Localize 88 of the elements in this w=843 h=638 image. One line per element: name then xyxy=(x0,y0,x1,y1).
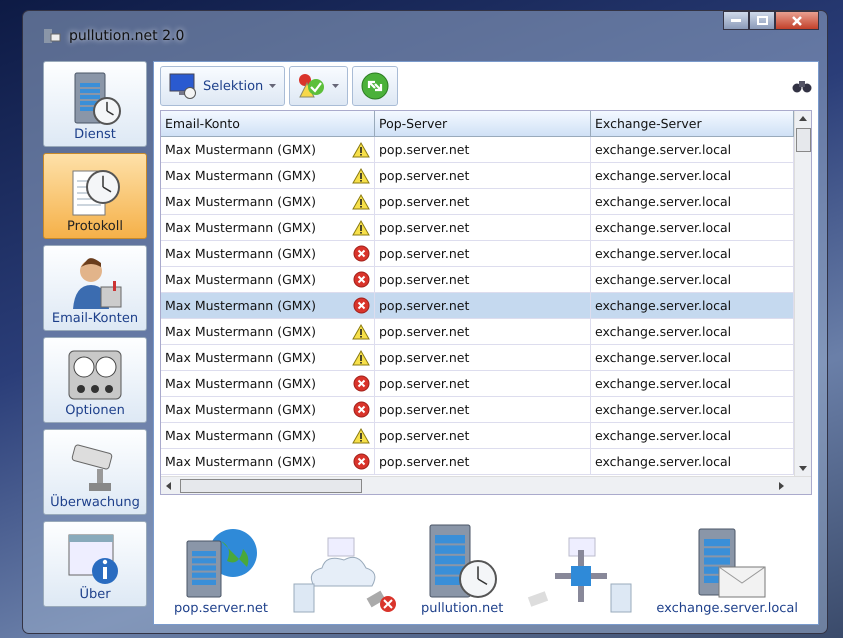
vertical-scrollbar[interactable] xyxy=(794,111,811,476)
table-cell: exchange.server.local xyxy=(595,142,732,157)
sidebar-item[interactable]: Optionen xyxy=(43,337,147,423)
right-arrow-icon[interactable] xyxy=(778,482,785,490)
table-cell: exchange.server.local xyxy=(595,246,732,261)
table-cell: pop.server.net xyxy=(379,246,470,261)
table-cell: exchange.server.local xyxy=(595,350,732,365)
table-cell: Max Mustermann (GMX) xyxy=(165,246,316,261)
down-arrow-icon[interactable] xyxy=(799,465,807,472)
table-cell: Max Mustermann (GMX) xyxy=(165,350,316,365)
table-row[interactable]: Max Mustermann (GMX) pop.server.net exchange.server.local xyxy=(161,345,794,371)
refresh-icon xyxy=(361,72,390,100)
table-cell: pop.server.net xyxy=(379,142,470,157)
table-cell: Max Mustermann (GMX) xyxy=(165,298,316,313)
table-row[interactable]: Max Mustermann (GMX) pop.server.net exchange.server.local xyxy=(161,189,794,215)
column-header[interactable]: Email-Konto xyxy=(161,111,375,137)
maximize-button[interactable] xyxy=(749,11,775,30)
table-row[interactable]: Max Mustermann (GMX) pop.server.net exchange.server.local xyxy=(161,241,794,267)
status-filter-button[interactable] xyxy=(289,66,348,106)
column-header[interactable]: Pop-Server xyxy=(375,111,591,137)
table-cell: exchange.server.local xyxy=(595,298,732,313)
table-cell: exchange.server.local xyxy=(595,324,732,339)
table-cell: exchange.server.local xyxy=(595,402,732,417)
monitor-icon xyxy=(169,73,197,99)
table-row[interactable]: Max Mustermann (GMX) pop.server.net exchange.server.local xyxy=(161,137,794,163)
table-cell: Max Mustermann (GMX) xyxy=(165,428,316,443)
table-cell: exchange.server.local xyxy=(595,454,732,469)
table-cell: exchange.server.local xyxy=(595,428,732,443)
node-label: exchange.server.local xyxy=(656,601,798,616)
sidebar-item[interactable]: Protokoll xyxy=(43,153,147,239)
table-cell: pop.server.net xyxy=(379,350,470,365)
table-row[interactable]: Max Mustermann (GMX) pop.server.net exchange.server.local xyxy=(161,293,794,319)
up-arrow-icon[interactable] xyxy=(799,115,807,122)
table-row[interactable]: Max Mustermann (GMX) pop.server.net exchange.server.local xyxy=(161,449,794,475)
selection-button[interactable]: Selektion xyxy=(160,66,286,106)
minimize-button[interactable] xyxy=(723,11,749,30)
binoculars-icon[interactable] xyxy=(792,79,812,93)
close-icon xyxy=(792,16,802,26)
table-row[interactable]: Max Mustermann (GMX) pop.server.net exchange.server.local xyxy=(161,423,794,449)
close-button[interactable] xyxy=(775,11,819,30)
left-arrow-icon[interactable] xyxy=(165,482,172,490)
scrollbar-thumb[interactable] xyxy=(180,478,362,492)
table-cell: Max Mustermann (GMX) xyxy=(165,220,316,235)
table-cell: pop.server.net xyxy=(379,454,470,469)
table-cell: exchange.server.local xyxy=(595,272,732,287)
maximize-icon xyxy=(756,16,768,25)
table-row[interactable]: Max Mustermann (GMX) pop.server.net exchange.server.local xyxy=(161,215,794,241)
table-row[interactable]: Max Mustermann (GMX) pop.server.net exchange.server.local xyxy=(161,319,794,345)
refresh-button[interactable] xyxy=(352,66,398,106)
table-cell: pop.server.net xyxy=(379,402,470,417)
caret-icon xyxy=(332,84,340,88)
table-cell: exchange.server.local xyxy=(595,168,732,183)
column-header[interactable]: Exchange-Server xyxy=(591,111,794,137)
node-label: pop.server.net xyxy=(174,601,268,616)
window-title: pullution.net 2.0 xyxy=(69,28,184,44)
table-cell: Max Mustermann (GMX) xyxy=(165,376,316,391)
scrollbar-thumb[interactable] xyxy=(796,128,810,152)
table-cell: pop.server.net xyxy=(379,194,470,209)
sidebar-item[interactable]: Dienst xyxy=(43,61,147,147)
table-cell: exchange.server.local xyxy=(595,220,732,235)
table-cell: exchange.server.local xyxy=(595,194,732,209)
sidebar-item[interactable]: Überwachung xyxy=(43,429,147,515)
table-cell: pop.server.net xyxy=(379,376,470,391)
table-cell: Max Mustermann (GMX) xyxy=(165,168,316,183)
table-row[interactable]: Max Mustermann (GMX) pop.server.net exchange.server.local xyxy=(161,371,794,397)
table-row[interactable]: Max Mustermann (GMX) pop.server.net exchange.server.local xyxy=(161,397,794,423)
status-icons-icon xyxy=(298,73,326,99)
table-cell: Max Mustermann (GMX) xyxy=(165,454,316,469)
sidebar-item[interactable]: Email-Konten xyxy=(43,245,147,331)
table-row[interactable]: Max Mustermann (GMX) pop.server.net exchange.server.local xyxy=(161,163,794,189)
table-cell: pop.server.net xyxy=(379,324,470,339)
table-cell: pop.server.net xyxy=(379,298,470,313)
table-cell: Max Mustermann (GMX) xyxy=(165,402,316,417)
table-cell: Max Mustermann (GMX) xyxy=(165,324,316,339)
horizontal-scrollbar[interactable] xyxy=(161,476,811,494)
node-label: pullution.net xyxy=(421,601,504,616)
table-cell: pop.server.net xyxy=(379,168,470,183)
table-cell: Max Mustermann (GMX) xyxy=(165,142,316,157)
table-cell: Max Mustermann (GMX) xyxy=(165,272,316,287)
table-cell: exchange.server.local xyxy=(595,376,732,391)
minimize-icon xyxy=(731,18,741,22)
sidebar-item[interactable]: Über xyxy=(43,521,147,607)
app-icon xyxy=(43,28,61,44)
table-cell: pop.server.net xyxy=(379,428,470,443)
table-cell: Max Mustermann (GMX) xyxy=(165,194,316,209)
table-cell: pop.server.net xyxy=(379,272,470,287)
caret-icon xyxy=(269,84,276,88)
table-cell: pop.server.net xyxy=(379,220,470,235)
